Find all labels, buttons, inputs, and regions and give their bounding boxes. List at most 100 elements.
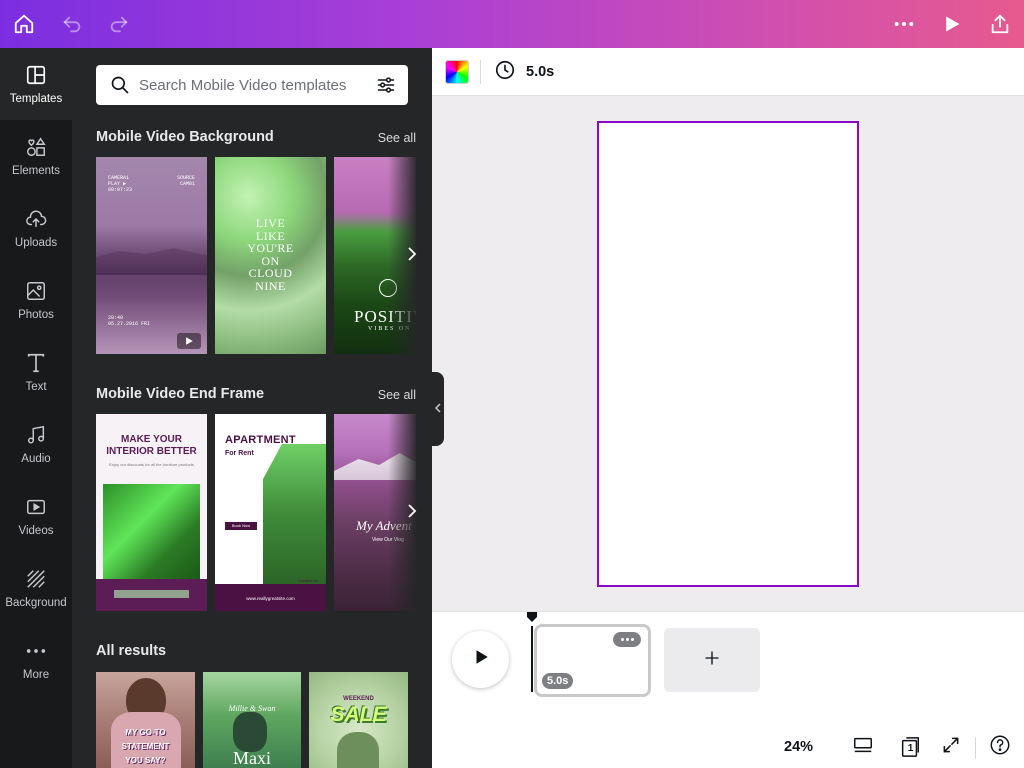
section-title: Mobile Video Background	[96, 129, 274, 145]
rail-item-elements[interactable]: Elements	[0, 120, 72, 192]
rail-label: Templates	[9, 93, 63, 105]
clock-icon	[494, 59, 516, 85]
share-icon	[989, 13, 1011, 35]
rail-item-photos[interactable]: Photos	[0, 264, 72, 336]
template-thumbnail[interactable]: LIVE LIKE YOU'RE ON CLOUD NINE	[215, 157, 326, 354]
rail-label: Text	[25, 381, 47, 393]
fullscreen-button[interactable]	[937, 733, 965, 761]
thumb-text: SOURCE CAM01	[176, 175, 195, 187]
help-icon	[989, 734, 1011, 761]
rail-item-templates[interactable]: Templates	[0, 48, 72, 120]
templates-panel: Mobile Video Background See all CAMERA1 …	[72, 48, 432, 768]
status-bar	[432, 727, 1024, 768]
clip-duration-badge: 5.0s	[542, 673, 574, 689]
more-icon	[24, 639, 48, 663]
background-color-picker[interactable]	[445, 60, 469, 84]
template-thumbnail[interactable]: CAMERA1 PLAY ▶ 00:07:23 SOURCE CAM01 20:…	[96, 157, 207, 354]
building-image	[263, 444, 326, 584]
thumb-text: Book Now	[225, 522, 257, 530]
playhead-handle[interactable]	[527, 609, 537, 622]
timeline-clip[interactable]: 5.0s	[534, 624, 651, 697]
duration-button[interactable]: 5.0s	[494, 60, 554, 84]
present-play-button[interactable]	[928, 0, 976, 48]
template-thumbnail[interactable]: MAKE YOUR INTERIOR BETTER Enjoy our disc…	[96, 414, 207, 611]
rail-item-audio[interactable]: Audio	[0, 408, 72, 480]
more-options-button[interactable]	[880, 0, 928, 48]
plus-icon	[703, 649, 721, 672]
share-button[interactable]	[976, 0, 1024, 48]
template-thumbnail[interactable]: MY GO-TO STATEMENT YOU SAY?	[96, 672, 195, 768]
rail-item-uploads[interactable]: Uploads	[0, 192, 72, 264]
see-all-link[interactable]: See all	[378, 388, 416, 402]
text-icon	[24, 351, 48, 375]
template-thumbnail[interactable]: APARTMENT For Rent Book Now Contact Us 1…	[215, 414, 326, 611]
page-layout-button[interactable]	[849, 733, 877, 761]
home-icon	[13, 13, 35, 35]
rail-label: Audio	[21, 453, 51, 465]
chevron-left-icon	[434, 400, 442, 418]
page-count: 1	[907, 743, 914, 754]
page-count-button[interactable]: 1	[896, 733, 924, 761]
chevron-right-icon	[406, 246, 418, 267]
thumb-text: www.reallygreatsite.com	[246, 596, 295, 601]
clip-more-button[interactable]	[613, 632, 641, 647]
rail-label: More	[22, 669, 50, 681]
footer-bar	[114, 590, 189, 598]
design-page[interactable]	[597, 121, 859, 587]
collapse-panel-button[interactable]	[432, 372, 444, 446]
rail-label: Elements	[12, 165, 60, 177]
thumb-text: Contact Us 123-456-7890	[293, 578, 318, 589]
template-thumbnail[interactable]: Millie & Swan Maxi	[203, 672, 301, 768]
expand-icon	[941, 735, 961, 760]
mountain-shape	[96, 248, 207, 275]
top-toolbar	[0, 0, 1024, 48]
home-button[interactable]	[0, 0, 48, 48]
section-title: All results	[96, 643, 167, 659]
rail-label: Background	[5, 597, 67, 609]
help-button[interactable]	[986, 733, 1014, 761]
thumb-text: LIVE LIKE YOU'RE ON CLOUD NINE	[247, 216, 294, 293]
add-page-button[interactable]	[664, 628, 760, 692]
thumb-text: Enjoy our discounts for all the furnitur…	[109, 462, 194, 467]
playhead	[531, 626, 533, 692]
thumb-text: WEEKEND	[343, 696, 374, 702]
templates-icon	[24, 63, 48, 87]
carousel-next-button[interactable]	[400, 236, 424, 276]
thumb-text: 20:40 05.27.2016 FRI	[108, 315, 151, 327]
person-image	[233, 712, 267, 752]
search-bar	[96, 65, 408, 105]
rail-item-background[interactable]: Background	[0, 552, 72, 624]
carousel-next-button[interactable]	[400, 493, 424, 533]
left-nav-rail: Templates Elements Uploads Photos Text A…	[0, 48, 72, 768]
pages-icon: 1	[899, 736, 921, 758]
divider	[975, 737, 976, 759]
redo-button[interactable]	[95, 0, 143, 48]
thumb-text: CAMERA1 PLAY ▶ 00:07:23	[108, 175, 133, 193]
duration-label: 5.0s	[526, 64, 555, 80]
background-icon	[24, 567, 48, 591]
uploads-icon	[24, 207, 48, 231]
rail-item-videos[interactable]: Videos	[0, 480, 72, 552]
thumb-text: SALE	[330, 703, 387, 726]
editor-toolbar: 5.0s	[432, 48, 1024, 96]
video-play-icon	[177, 333, 201, 349]
see-all-link[interactable]: See all	[378, 131, 416, 145]
undo-icon	[61, 13, 83, 35]
chevron-right-icon	[406, 503, 418, 524]
template-thumbnail[interactable]: WEEKEND SALE	[309, 672, 408, 768]
rail-item-text[interactable]: Text	[0, 336, 72, 408]
section-title: Mobile Video End Frame	[96, 386, 265, 402]
thumb-text: MY GO-TO STATEMENT YOU SAY?	[121, 728, 170, 765]
rail-label: Uploads	[14, 237, 58, 249]
undo-button[interactable]	[48, 0, 96, 48]
filter-icon[interactable]	[376, 75, 396, 100]
rail-item-more[interactable]: More	[0, 624, 72, 696]
zoom-level[interactable]: 24%	[784, 739, 813, 755]
thumb-text: MAKE YOUR INTERIOR BETTER	[106, 434, 197, 457]
search-input[interactable]	[139, 74, 364, 96]
thumb-text: For Rent	[225, 450, 254, 457]
rail-label: Photos	[18, 309, 54, 321]
divider	[480, 60, 481, 84]
timeline-play-button[interactable]	[452, 631, 509, 688]
photos-icon	[24, 279, 48, 303]
